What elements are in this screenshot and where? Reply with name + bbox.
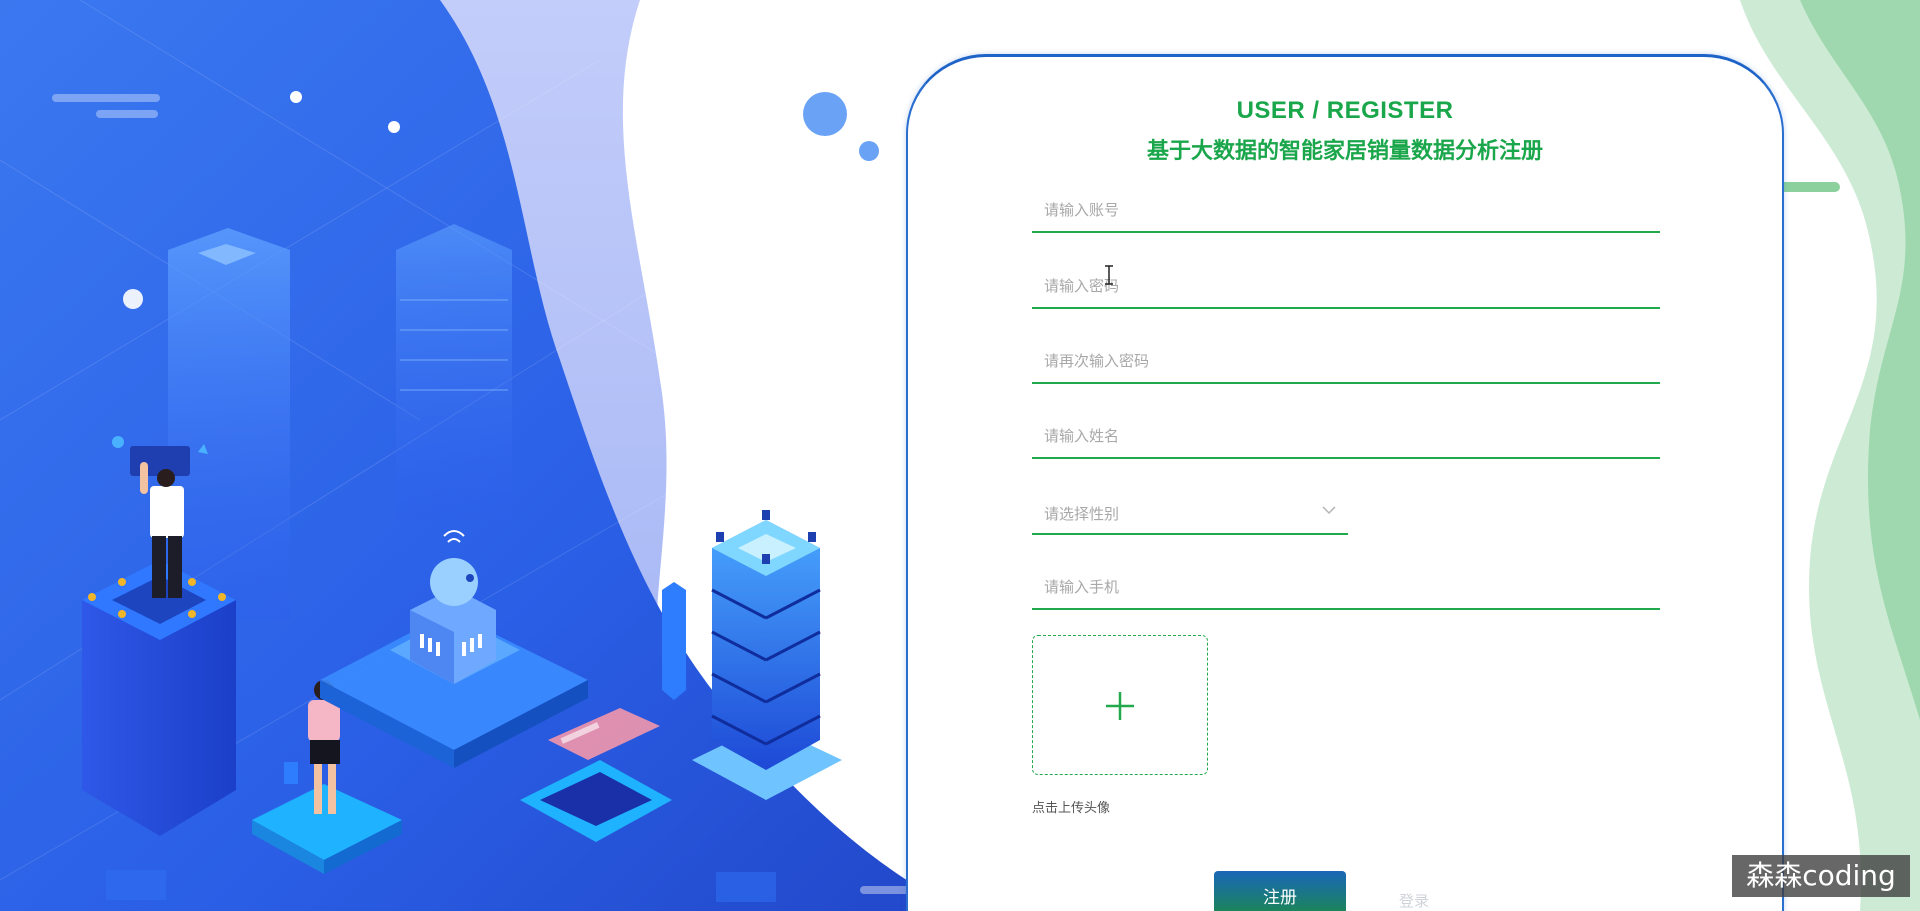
name-field [1032, 411, 1660, 459]
plus-icon [1106, 692, 1134, 720]
account-field [1032, 185, 1660, 233]
account-input[interactable] [1032, 185, 1660, 231]
watermark-label: 森森coding [1732, 855, 1910, 897]
gender-select[interactable]: 请选择性别 [1032, 487, 1348, 535]
form-title-english: USER / REGISTER [1236, 97, 1454, 124]
confirm-password-input[interactable] [1032, 336, 1660, 382]
phone-field [1032, 562, 1660, 610]
login-link[interactable]: 登录 [1354, 881, 1474, 911]
register-form-card: USER / REGISTER 基于大数据的智能家居销量数据分析注册 请选择性别 [906, 54, 1784, 911]
text-cursor-icon [1105, 265, 1113, 285]
register-button[interactable]: 注册 [1214, 871, 1346, 911]
confirm-password-field [1032, 336, 1660, 384]
phone-input[interactable] [1032, 562, 1660, 608]
avatar-upload-hint: 点击上传头像 [1032, 801, 1111, 816]
name-input[interactable] [1032, 411, 1660, 457]
form-title-chinese: 基于大数据的智能家居销量数据分析注册 [1146, 139, 1543, 164]
register-page: USER / REGISTER 基于大数据的智能家居销量数据分析注册 请选择性别 [0, 0, 1920, 911]
chevron-down-icon [1322, 506, 1336, 515]
password-field [1032, 261, 1660, 309]
isometric-smart-city-illustration [0, 0, 980, 911]
gender-select-placeholder: 请选择性别 [1044, 505, 1120, 523]
avatar-upload-box[interactable] [1032, 635, 1208, 775]
password-input[interactable] [1032, 261, 1660, 307]
